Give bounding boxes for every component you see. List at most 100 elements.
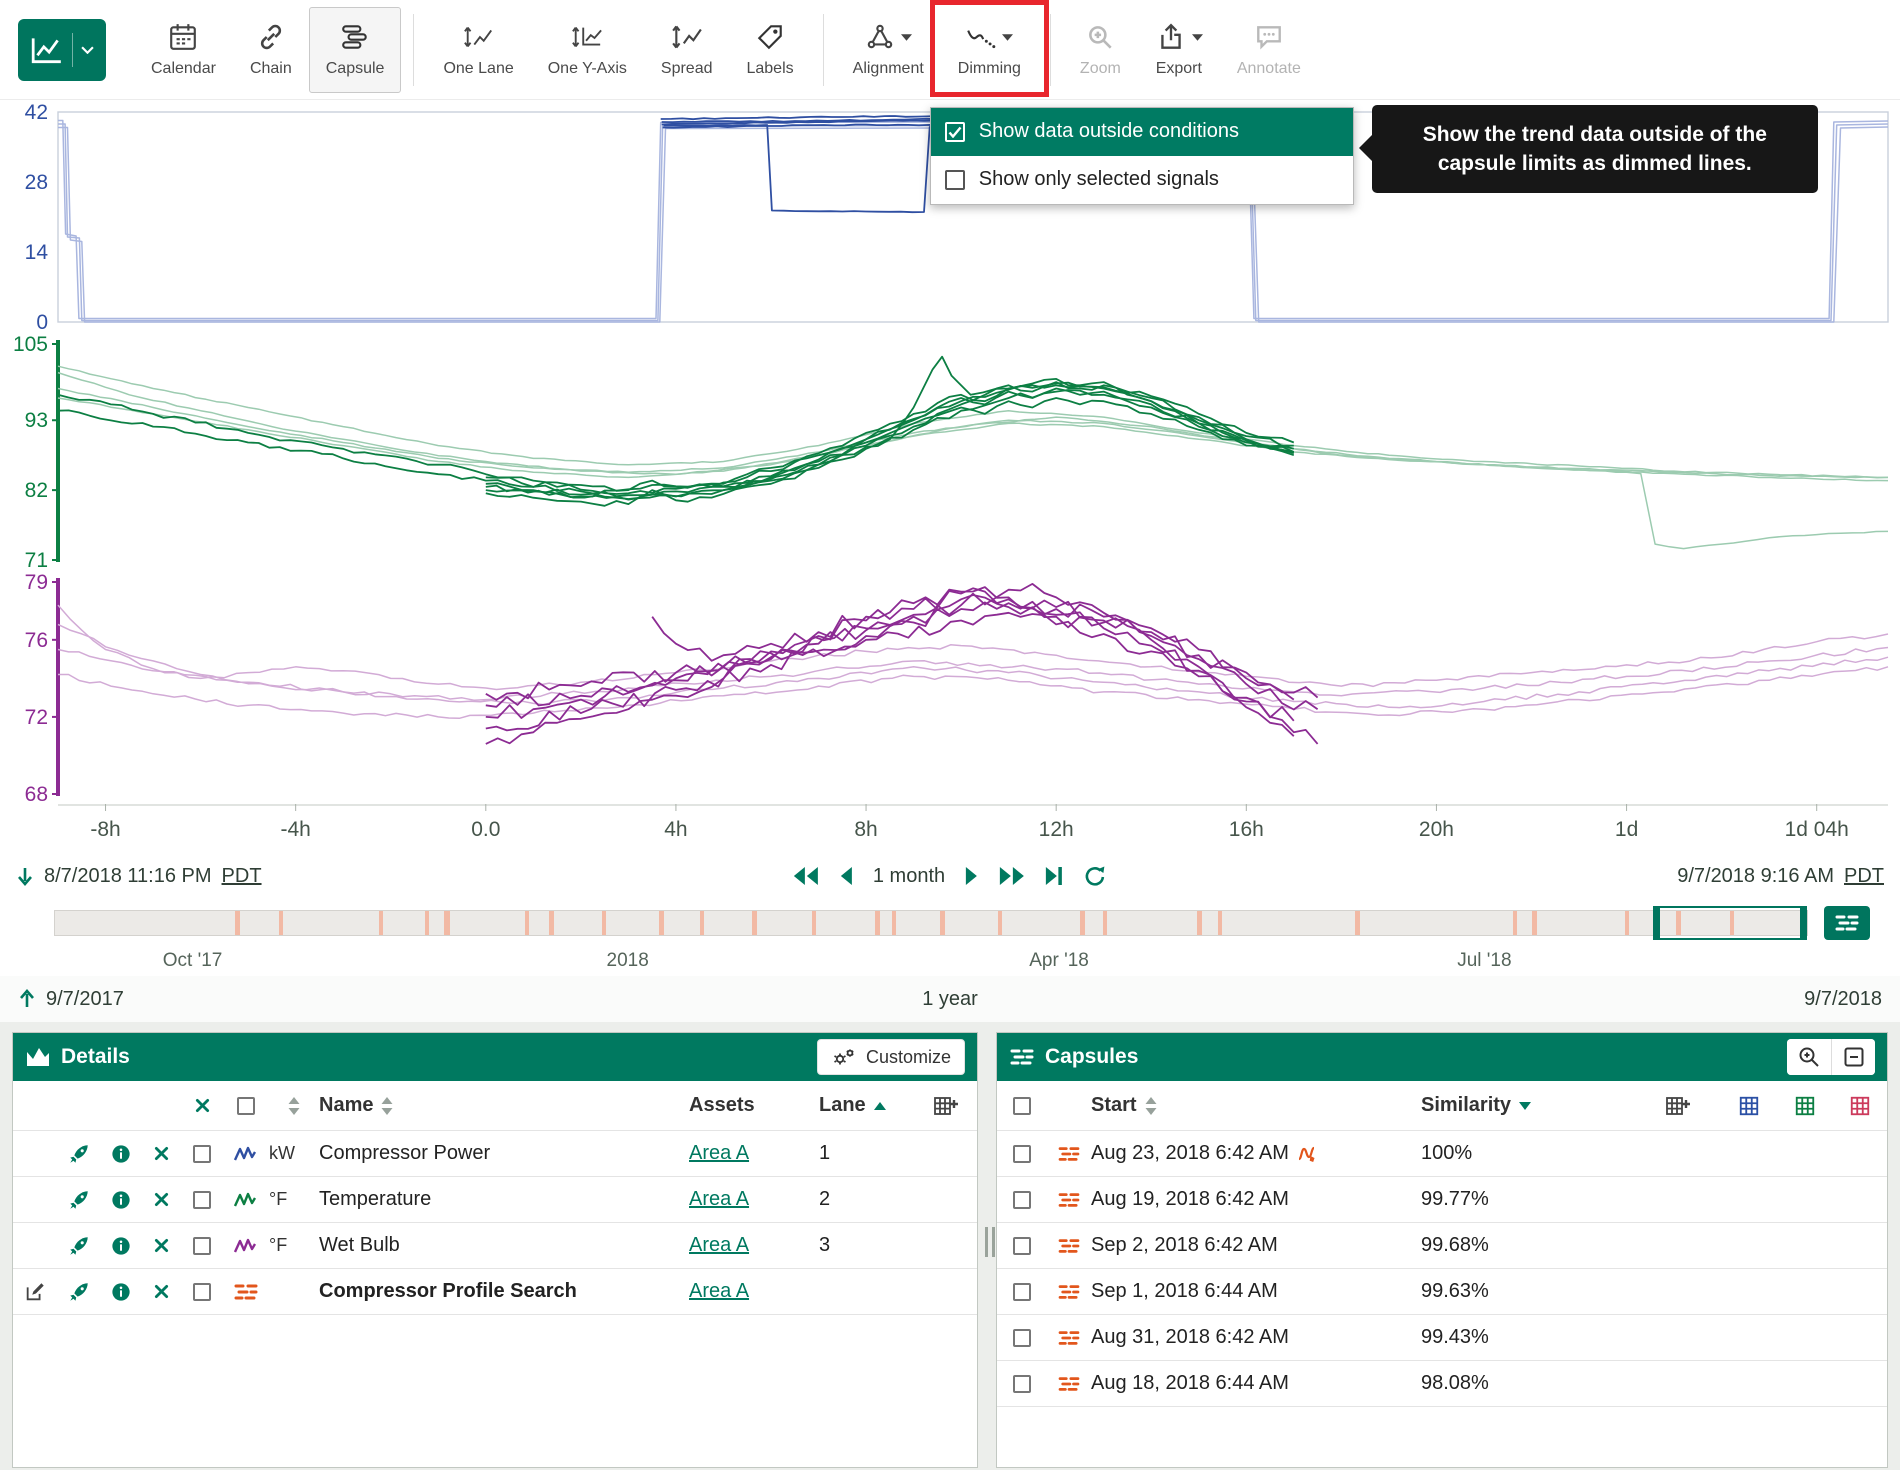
display-mode-selector[interactable] [18,19,106,81]
signal-column-icon[interactable] [1794,1095,1816,1117]
condition-name[interactable]: Compressor Profile Search [319,1280,689,1303]
rocket-icon[interactable] [68,1189,90,1211]
row-checkbox[interactable] [1013,1283,1031,1301]
menu-item-show-only-selected-signals[interactable]: Show only selected signals [931,156,1353,204]
toolbar-button-export[interactable]: Export [1138,7,1220,93]
asset-link[interactable]: Area A [689,1234,749,1257]
column-header-start[interactable]: Start [1091,1094,1137,1117]
asset-link[interactable]: Area A [689,1142,749,1165]
zoom-to-capsule-button[interactable] [1787,1039,1831,1075]
row-checkbox[interactable] [1013,1375,1031,1393]
timebar-track[interactable] [54,910,1808,936]
add-column-icon[interactable] [1665,1094,1691,1118]
sort-icon[interactable] [1145,1097,1157,1115]
signal-column-icon[interactable] [1849,1095,1871,1117]
capsule-time-button[interactable] [1824,906,1870,940]
select-all-checkbox[interactable] [237,1097,255,1115]
column-header-name[interactable]: Name [319,1094,373,1117]
remove-all-icon[interactable] [195,1098,210,1113]
capsule-row[interactable]: Sep 1, 2018 6:44 AM 99.63% [997,1269,1887,1315]
capsule-row[interactable]: Aug 19, 2018 6:42 AM 99.77% [997,1177,1887,1223]
row-checkbox[interactable] [1013,1237,1031,1255]
duration-label[interactable]: 1 month [873,865,945,888]
details-row-compressor-profile-search[interactable]: Compressor Profile Search Area A [13,1269,977,1315]
toolbar-button-capsule[interactable]: Capsule [309,7,402,93]
edit-icon[interactable] [24,1281,46,1303]
panel-splitter[interactable] [985,1227,995,1257]
toolbar-button-dimming[interactable]: Dimming [941,7,1038,93]
sort-ascending-icon[interactable] [874,1102,886,1110]
skip-to-end-button[interactable] [1045,866,1063,886]
step-forward-fast-button[interactable] [999,866,1025,886]
arrow-up-icon[interactable] [18,989,36,1009]
sort-icon[interactable] [381,1097,393,1115]
toolbar-button-one-y-axis[interactable]: One Y-Axis [531,7,644,93]
checkbox-empty-icon[interactable] [945,170,965,190]
signal-name[interactable]: Temperature [319,1188,689,1211]
investigate-range-duration[interactable]: 1 year [922,988,978,1011]
toolbar-button-annotate[interactable]: Annotate [1220,7,1318,93]
signal-column-icon[interactable] [1738,1095,1760,1117]
toolbar-button-alignment[interactable]: Alignment [836,7,941,93]
arrow-down-icon[interactable] [16,866,34,886]
column-header-assets[interactable]: Assets [689,1094,755,1117]
select-all-checkbox[interactable] [1013,1097,1031,1115]
step-back-button[interactable] [839,866,853,886]
step-back-fast-button[interactable] [793,866,819,886]
refresh-button[interactable] [1083,864,1107,888]
capsule-row[interactable]: Sep 2, 2018 6:42 AM 99.68% [997,1223,1887,1269]
row-checkbox[interactable] [1013,1329,1031,1347]
column-header-lane[interactable]: Lane [819,1094,866,1117]
sort-icon[interactable] [288,1097,300,1115]
capsule-icon [1057,1329,1081,1347]
toolbar-button-zoom[interactable]: Zoom [1063,7,1138,93]
toolbar-button-labels[interactable]: Labels [729,7,810,93]
toolbar-button-spread[interactable]: Spread [644,7,730,93]
row-checkbox[interactable] [193,1145,211,1163]
rocket-icon[interactable] [68,1235,90,1257]
timezone-link[interactable]: PDT [222,865,262,888]
column-header-similarity[interactable]: Similarity [1421,1094,1511,1117]
info-icon[interactable] [111,1282,131,1302]
rocket-icon[interactable] [68,1143,90,1165]
row-checkbox[interactable] [193,1237,211,1255]
info-icon[interactable] [111,1144,131,1164]
capsule-row[interactable]: Aug 23, 2018 6:42 AM 100% [997,1131,1887,1177]
menu-item-show-data-outside-conditions[interactable]: Show data outside conditions [931,108,1353,156]
signal-name[interactable]: Wet Bulb [319,1234,689,1257]
capsule-row[interactable]: Aug 31, 2018 6:42 AM 99.43% [997,1315,1887,1361]
info-icon[interactable] [111,1236,131,1256]
customize-button[interactable]: Customize [817,1039,965,1075]
remove-icon[interactable] [154,1146,169,1161]
details-row-compressor-power[interactable]: kW Compressor Power Area A 1 [13,1131,977,1177]
asset-link[interactable]: Area A [689,1280,749,1303]
trend-lane-wet-bulb[interactable]: 79767268 [0,570,1900,804]
capsule-mark [659,911,664,935]
toolbar-button-chain[interactable]: Chain [233,7,309,93]
toolbar-button-calendar[interactable]: Calendar [134,7,233,93]
rocket-icon[interactable] [68,1281,90,1303]
row-checkbox[interactable] [1013,1145,1031,1163]
trend-chart: 422814010593827179767268 -8h-4h0.04h8h12… [0,100,1900,850]
trend-lane-temperature[interactable]: 105938271 [0,332,1900,570]
collapse-panel-button[interactable] [1831,1039,1875,1075]
capsule-row[interactable]: Aug 18, 2018 6:44 AM 98.08% [997,1361,1887,1407]
timezone-link[interactable]: PDT [1844,865,1884,888]
row-checkbox[interactable] [193,1191,211,1209]
step-forward-button[interactable] [965,866,979,886]
toolbar-button-one-lane[interactable]: One Lane [426,7,530,93]
sort-descending-icon[interactable] [1519,1102,1531,1110]
info-icon[interactable] [111,1190,131,1210]
row-checkbox[interactable] [193,1283,211,1301]
details-row-wet-bulb[interactable]: °F Wet Bulb Area A 3 [13,1223,977,1269]
capsule-start: Sep 2, 2018 6:42 AM [1091,1234,1421,1257]
checkbox-checked-icon[interactable] [945,122,965,142]
remove-icon[interactable] [154,1284,169,1299]
details-row-temperature[interactable]: °F Temperature Area A 2 [13,1177,977,1223]
add-column-icon[interactable] [933,1094,959,1118]
asset-link[interactable]: Area A [689,1188,749,1211]
signal-name[interactable]: Compressor Power [319,1142,689,1165]
row-checkbox[interactable] [1013,1191,1031,1209]
remove-icon[interactable] [154,1238,169,1253]
remove-icon[interactable] [154,1192,169,1207]
